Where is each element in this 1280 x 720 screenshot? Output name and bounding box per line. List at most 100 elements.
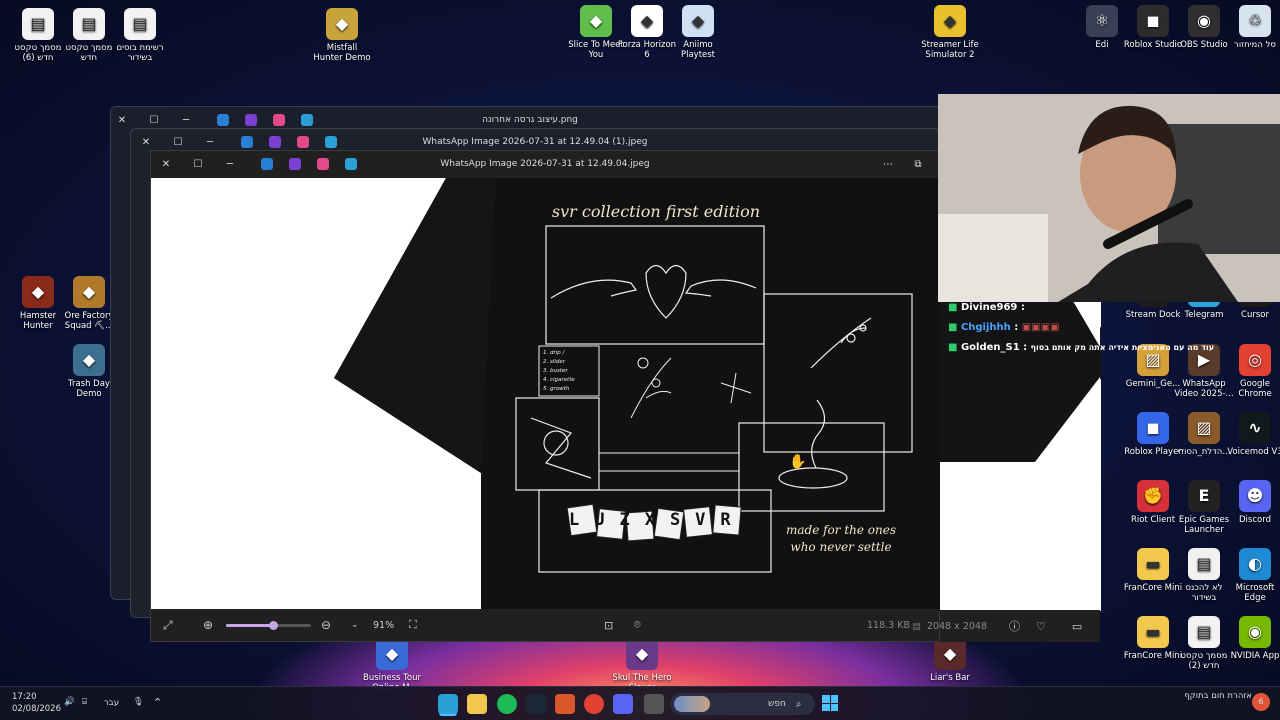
desktop-icon-label: Aniimo Playtest bbox=[680, 40, 716, 60]
chat-message: ■ Chgijhhh : ▣▣▣▣ bbox=[948, 322, 1060, 333]
game-icon: ◆ bbox=[934, 638, 966, 670]
maximize-icon[interactable]: ☐ bbox=[187, 153, 209, 175]
network-icon[interactable]: ⌸ bbox=[82, 697, 87, 707]
open-external-icon[interactable]: ⧉ bbox=[907, 153, 929, 175]
desktop-icon-aniimo[interactable]: ◆ Aniimo Playtest bbox=[668, 5, 728, 60]
badge-icon: ■ bbox=[948, 302, 958, 313]
shirt-list-item: 3. buster bbox=[543, 368, 568, 374]
clipchamp-icon[interactable] bbox=[245, 114, 257, 126]
zoom-level[interactable]: 91% bbox=[373, 620, 394, 631]
desktop-icon-label: סל המיחזור bbox=[1234, 40, 1276, 50]
close-icon[interactable]: ✕ bbox=[111, 109, 133, 131]
desktop-icon-label: Voicemod V3 bbox=[1227, 447, 1280, 457]
fit-to-window-icon[interactable]: ⛶ bbox=[409, 618, 417, 632]
weather-text: אזהרת חום בתוקף bbox=[1184, 691, 1252, 701]
search-box[interactable]: חפש ⌕ bbox=[670, 693, 815, 715]
game-icon: ◆ bbox=[22, 276, 54, 308]
desktop-icon-voicemod[interactable]: ∿ Voicemod V3 bbox=[1225, 412, 1280, 457]
designer-icon[interactable] bbox=[345, 158, 357, 170]
roblox-icon: ◼ bbox=[1137, 412, 1169, 444]
document-icon: ▤ bbox=[73, 8, 105, 40]
designer-taskbar-icon[interactable] bbox=[438, 694, 458, 714]
filmstrip-icon[interactable]: ▭ bbox=[1072, 620, 1082, 633]
viewer-toolbar: ⤢ ⊕ ⊖ ⌄ 91% ⛶ ⊡ ⌾ 118.3 KB bbox=[151, 609, 939, 641]
photo-viewer-window[interactable]: ✕ ☐ ─ WhatsApp Image 2026-07-31 at 12.49… bbox=[150, 150, 1101, 642]
search-placeholder: חפש bbox=[768, 699, 786, 709]
desktop-icon-streamer[interactable]: ◆ Streamer Life Simulator 2 bbox=[920, 5, 980, 60]
chat-text: עוד מה עם האנימציות אידיה אתה מק אותם בס… bbox=[1030, 343, 1215, 352]
document-icon: ▤ bbox=[124, 8, 156, 40]
shirt-tagline-2: who never settle bbox=[790, 540, 892, 554]
file-size: 118.3 KB bbox=[867, 619, 910, 631]
epic-icon: E bbox=[1188, 480, 1220, 512]
game-icon: ◆ bbox=[326, 8, 358, 40]
desktop-icon-liars[interactable]: ◆ Liar's Bar bbox=[920, 638, 980, 683]
desktop-icon-discord[interactable]: ☻ Discord bbox=[1225, 480, 1280, 525]
designer-icon[interactable] bbox=[325, 136, 337, 148]
volume-icon[interactable]: 🔊 bbox=[64, 697, 75, 707]
game-icon: ◆ bbox=[73, 344, 105, 376]
language-indicator[interactable]: עבר bbox=[104, 698, 119, 708]
paint-icon[interactable] bbox=[297, 136, 309, 148]
more-options-icon[interactable]: ⋯ bbox=[877, 153, 899, 175]
desktop-icon-label: Mistfall Hunter Demo bbox=[313, 43, 371, 63]
start-button[interactable] bbox=[822, 695, 838, 711]
desktop-icon-skul[interactable]: ◆Skul The Hero Slayer bbox=[612, 638, 672, 693]
crop-icon[interactable]: ⊡ bbox=[604, 619, 613, 632]
desktop-icon-label: Streamer Life Simulator 2 bbox=[921, 40, 979, 60]
roblox-icon: ◼ bbox=[1137, 5, 1169, 37]
favorite-icon[interactable]: ♡ bbox=[1036, 620, 1046, 633]
riot-icon: ✊ bbox=[1137, 480, 1169, 512]
onedrive-icon[interactable] bbox=[261, 158, 273, 170]
game-icon: ◆ bbox=[682, 5, 714, 37]
game-icon: ◆ bbox=[934, 5, 966, 37]
microphone-icon[interactable]: 🎙 bbox=[133, 697, 144, 707]
desktop-icon-edge[interactable]: ◐ Microsoft Edge bbox=[1225, 548, 1280, 603]
viewer-titlebar[interactable]: ✕ ☐ ─ WhatsApp Image 2026-07-31 at 12.49… bbox=[151, 151, 939, 177]
desktop-icon-recycle[interactable]: ♲ סל המיחזור bbox=[1225, 5, 1280, 50]
minimize-icon[interactable]: ─ bbox=[219, 153, 241, 175]
windows-logo-icon bbox=[822, 695, 830, 703]
desktop-icon-business[interactable]: ◆Business Tour - Online M... bbox=[362, 638, 422, 693]
visual-search-icon[interactable]: ⌾ bbox=[634, 618, 641, 632]
onedrive-icon[interactable] bbox=[241, 136, 253, 148]
atom-icon: ⚛ bbox=[1086, 5, 1118, 37]
clock-time: 17:20 bbox=[12, 692, 37, 702]
game-icon: ◆ bbox=[626, 638, 658, 670]
desktop-icon-wordslist[interactable]: ▤ רשימת בוסים בשידור bbox=[110, 8, 170, 63]
hand-cursor-icon: ✋ bbox=[789, 454, 807, 470]
desktop-icon-chrome[interactable]: ◎ Google Chrome bbox=[1225, 344, 1280, 399]
file-explorer-icon[interactable] bbox=[467, 694, 487, 714]
desktop-icon-mistfall[interactable]: ◆ Mistfall Hunter Demo bbox=[312, 8, 372, 63]
clock[interactable]: 17:20 02/08/2026 bbox=[12, 691, 61, 715]
paint-icon[interactable] bbox=[317, 158, 329, 170]
weather-icon[interactable]: 6 bbox=[1252, 693, 1270, 711]
chevron-down-icon[interactable]: ⌄ bbox=[351, 620, 359, 630]
discord-icon[interactable] bbox=[613, 694, 633, 714]
zoom-slider[interactable] bbox=[226, 621, 311, 630]
stream-chat: ■ Divine969 : ■ Chgijhhh : ▣▣▣▣ ■ Golden… bbox=[948, 298, 1214, 358]
paint-icon[interactable] bbox=[273, 114, 285, 126]
spotify-icon[interactable] bbox=[497, 694, 517, 714]
designer-icon[interactable] bbox=[301, 114, 313, 126]
desktop-icon-nvidia[interactable]: ◉ NVIDIA App bbox=[1225, 616, 1280, 661]
chevron-up-icon[interactable]: ⌃ bbox=[153, 696, 162, 709]
weather-notification[interactable]: אזהרת חום בתוקף bbox=[1180, 690, 1252, 702]
zoom-out-icon[interactable]: ⊖ bbox=[321, 618, 331, 632]
app-icon[interactable] bbox=[555, 694, 575, 714]
zoom-slider-thumb[interactable] bbox=[268, 621, 278, 630]
clipchamp-icon[interactable] bbox=[289, 158, 301, 170]
info-icon[interactable]: ⓘ bbox=[1009, 618, 1020, 634]
steam-icon[interactable] bbox=[526, 694, 546, 714]
zoom-in-icon[interactable]: ⊕ bbox=[203, 618, 213, 632]
onedrive-icon[interactable] bbox=[217, 114, 229, 126]
fullscreen-icon[interactable]: ⤢ bbox=[163, 618, 173, 633]
clipchamp-icon[interactable] bbox=[269, 136, 281, 148]
close-icon[interactable]: ✕ bbox=[155, 153, 177, 175]
document-icon: ▤ bbox=[22, 8, 54, 40]
chrome-icon[interactable] bbox=[584, 694, 604, 714]
app-icon[interactable] bbox=[644, 694, 664, 714]
image-icon: ▨ bbox=[1188, 412, 1220, 444]
notification-count: 6 bbox=[1258, 697, 1264, 706]
shirt-headline: svr collection first edition bbox=[551, 202, 761, 221]
